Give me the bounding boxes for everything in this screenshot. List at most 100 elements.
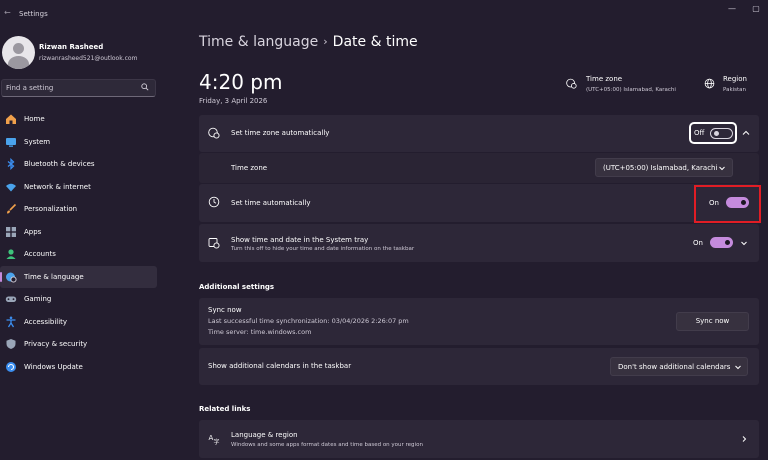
accounts-icon — [6, 249, 16, 259]
sidebar-item-gaming[interactable]: Gaming — [0, 288, 157, 311]
sidebar-item-network[interactable]: Network & internet — [0, 176, 157, 199]
calendar-clock-icon — [208, 238, 220, 249]
sidebar-item-home[interactable]: Home — [0, 108, 157, 131]
sidebar-item-personalization[interactable]: Personalization — [0, 198, 157, 221]
highlight-box — [694, 185, 761, 223]
current-time: 4:20 pm — [199, 70, 283, 94]
timezone-dropdown[interactable]: (UTC+05:00) Islamabad, Karachi — [595, 158, 733, 177]
home-icon — [6, 114, 16, 124]
chevron-down-icon — [735, 365, 741, 370]
setting-subtitle: Turn this off to hide your time and date… — [231, 246, 415, 252]
shield-icon — [6, 339, 16, 349]
search-icon[interactable] — [141, 83, 149, 91]
globe-clock-icon — [6, 272, 17, 283]
setting-title: Sync now — [208, 306, 242, 314]
profile-name: Rizwan Rasheed — [39, 43, 104, 51]
link-language-region[interactable]: A字 Language & region Windows and some ap… — [199, 420, 759, 458]
sidebar-item-bluetooth[interactable]: Bluetooth & devices — [0, 153, 157, 176]
gamepad-icon — [5, 296, 17, 302]
globe-icon — [704, 78, 715, 89]
clock-icon — [208, 196, 220, 208]
sidebar-item-accessibility[interactable]: Accessibility — [0, 311, 157, 334]
chevron-right-icon — [742, 436, 747, 442]
sidebar-item-label: Home — [24, 115, 45, 123]
setting-sync: Sync now Last successful time synchroniz… — [199, 298, 759, 345]
time-server-text: Time server: time.windows.com — [208, 328, 312, 336]
last-sync-text: Last successful time synchronization: 03… — [208, 317, 409, 325]
chevron-down-icon — [719, 166, 725, 171]
setting-auto-timezone[interactable]: Set time zone automatically Off — [199, 115, 759, 152]
dropdown-value: (UTC+05:00) Islamabad, Karachi — [603, 164, 718, 172]
sidebar-item-windows-update[interactable]: Windows Update — [0, 356, 157, 379]
page-title: Date & time — [332, 34, 418, 50]
section-heading-related: Related links — [199, 405, 251, 413]
svg-text:字: 字 — [214, 438, 220, 445]
setting-subtitle: Windows and some apps format dates and t… — [231, 442, 423, 448]
accessibility-icon — [6, 316, 16, 327]
dropdown-value: Don't show additional calendars — [618, 363, 731, 371]
brush-icon — [7, 203, 17, 214]
auto-timezone-toggle[interactable] — [710, 128, 733, 139]
sidebar-item-system[interactable]: System — [0, 131, 157, 154]
calendars-dropdown[interactable]: Don't show additional calendars — [610, 357, 748, 376]
sidebar-item-time-language[interactable]: Time & language — [0, 265, 157, 288]
sync-now-button[interactable]: Sync now — [676, 312, 749, 331]
language-icon: A字 — [209, 434, 220, 445]
region-summary-title: Region — [723, 75, 747, 83]
wifi-icon — [6, 183, 16, 191]
user-profile[interactable]: Rizwan Rasheed rizwanrasheed521@outlook.… — [0, 32, 164, 72]
avatar — [2, 36, 35, 69]
sidebar-item-accounts[interactable]: Accounts — [0, 243, 157, 266]
sidebar-item-label: Time & language — [24, 272, 84, 281]
timezone-summary-title: Time zone — [586, 75, 623, 83]
setting-system-tray[interactable]: Show time and date in the System tray Tu… — [199, 224, 759, 262]
setting-additional-calendars: Show additional calendars in the taskbar… — [199, 348, 759, 385]
setting-title: Set time zone automatically — [231, 129, 330, 137]
back-arrow-icon[interactable]: ← — [4, 8, 11, 17]
setting-title: Language & region — [231, 431, 298, 439]
breadcrumb: Time & language › Date & time — [199, 34, 418, 50]
apps-icon — [6, 226, 16, 237]
globe-clock-icon — [208, 127, 220, 139]
auto-timezone-toggle-focus[interactable]: Off — [689, 122, 737, 144]
maximize-button[interactable]: ▢ — [750, 4, 762, 13]
sidebar-item-label: Gaming — [24, 295, 52, 303]
sidebar-item-label: Network & internet — [24, 182, 91, 191]
region-summary-value: Pakistan — [723, 87, 747, 93]
breadcrumb-separator-icon: › — [323, 35, 328, 48]
timezone-summary: Time zone (UTC+05:00) Islamabad, Karachi — [566, 74, 696, 98]
minimize-button[interactable]: — — [726, 4, 738, 13]
bluetooth-icon — [7, 158, 15, 170]
chevron-up-icon[interactable] — [741, 128, 751, 138]
sidebar-item-label: Windows Update — [24, 362, 83, 371]
timezone-summary-value: (UTC+05:00) Islamabad, Karachi — [586, 87, 676, 93]
update-icon — [6, 361, 16, 372]
system-tray-toggle[interactable] — [710, 237, 733, 248]
setting-timezone: Time zone (UTC+05:00) Islamabad, Karachi — [199, 153, 759, 183]
breadcrumb-parent[interactable]: Time & language — [199, 34, 318, 50]
sidebar-item-apps[interactable]: Apps — [0, 221, 157, 244]
setting-title: Set time automatically — [231, 199, 311, 207]
toggle-state-label: Off — [694, 129, 705, 137]
globe-clock-icon — [566, 78, 577, 89]
section-heading-additional: Additional settings — [199, 283, 275, 291]
sidebar: Rizwan Rasheed rizwanrasheed521@outlook.… — [0, 28, 164, 460]
sidebar-item-privacy[interactable]: Privacy & security — [0, 333, 157, 356]
sidebar-item-label: Personalization — [24, 205, 78, 213]
region-summary: Region Pakistan — [704, 74, 764, 98]
nav-list: Home System Bluetooth & devices Network … — [0, 108, 164, 378]
window-controls: — ▢ — [726, 4, 762, 13]
setting-auto-time[interactable]: Set time automatically On — [199, 184, 759, 222]
sidebar-item-label: Bluetooth & devices — [24, 160, 95, 168]
current-date: Friday, 3 April 2026 — [199, 97, 268, 105]
sidebar-item-label: Privacy & security — [24, 340, 88, 348]
sidebar-item-label: Accounts — [24, 250, 56, 258]
sidebar-item-label: Accessibility — [24, 317, 68, 326]
profile-email: rizwanrasheed521@outlook.com — [39, 55, 138, 62]
chevron-down-icon[interactable] — [739, 238, 749, 248]
system-icon — [6, 137, 16, 147]
search-input[interactable] — [6, 82, 136, 94]
search-box[interactable] — [1, 79, 156, 97]
setting-title: Time zone — [231, 164, 268, 172]
setting-title: Show additional calendars in the taskbar — [208, 362, 352, 370]
